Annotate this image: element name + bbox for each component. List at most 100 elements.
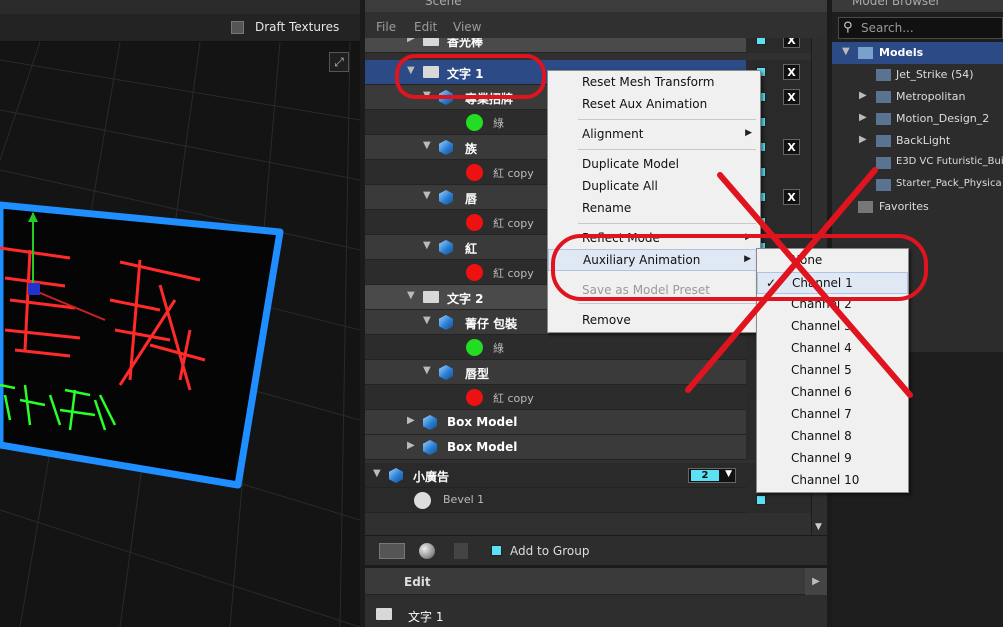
collapse-arrow-icon[interactable]: ▼ bbox=[407, 290, 415, 301]
submenu-arrow-icon: ▶ bbox=[745, 232, 752, 242]
collapse-arrow-icon[interactable]: ▼ bbox=[423, 190, 431, 201]
expand-arrow-icon[interactable]: ▶ bbox=[859, 90, 867, 101]
browser-item[interactable]: E3D VC Futuristic_Bui bbox=[832, 152, 1003, 174]
anim-channel-dropdown[interactable]: 2 ▼ bbox=[688, 468, 736, 483]
menu-item-label: Duplicate Model bbox=[582, 157, 680, 171]
neon-sign-model[interactable] bbox=[0, 201, 284, 489]
folder-icon bbox=[876, 91, 891, 103]
submenu-item-channel-2[interactable]: Channel 2 bbox=[757, 294, 908, 316]
viewport-canvas[interactable] bbox=[0, 0, 360, 627]
visibility-toggle[interactable] bbox=[756, 495, 766, 505]
browser-item[interactable]: ▶ Metropolitan bbox=[832, 86, 1003, 108]
menu-item-rename[interactable]: Rename bbox=[548, 198, 760, 220]
tree-row-label: Box Model bbox=[447, 415, 518, 429]
star-icon bbox=[858, 201, 873, 213]
add-folder-icon[interactable] bbox=[379, 543, 405, 559]
submenu-item-channel-4[interactable]: Channel 4 bbox=[757, 338, 908, 360]
submenu-item-channel-1[interactable]: ✓ Channel 1 bbox=[757, 272, 908, 294]
submenu-item-label: Channel 8 bbox=[791, 429, 852, 443]
visibility-toggle[interactable] bbox=[756, 38, 766, 45]
edit-panel-title: Edit bbox=[404, 575, 431, 589]
model-cube-icon bbox=[439, 365, 453, 380]
model-cube-icon bbox=[439, 315, 453, 330]
tree-row-group[interactable]: ▶ 香光棒 X bbox=[365, 38, 811, 53]
material-swatch-icon bbox=[466, 114, 483, 131]
submenu-item-label: Channel 2 bbox=[791, 297, 852, 311]
browser-item[interactable]: ▶ Motion_Design_2 bbox=[832, 108, 1003, 130]
bevel-icon bbox=[414, 492, 431, 509]
collapse-arrow-icon[interactable]: ▼ bbox=[423, 140, 431, 151]
menu-item-reset-mesh-transform[interactable]: Reset Mesh Transform bbox=[548, 72, 760, 94]
tree-row-model[interactable]: ▶ Box Model bbox=[365, 410, 811, 435]
checkmark-icon: ✓ bbox=[766, 276, 777, 290]
material-swatch-icon bbox=[466, 164, 483, 181]
submenu-item-channel-10[interactable]: Channel 10 bbox=[757, 470, 908, 492]
remove-x-button[interactable]: X bbox=[783, 189, 800, 205]
submenu-item-none[interactable]: None bbox=[757, 250, 908, 272]
menu-edit[interactable]: Edit bbox=[414, 20, 437, 34]
browser-item-models[interactable]: ▼ Models bbox=[832, 42, 1003, 64]
submenu-item-channel-7[interactable]: Channel 7 bbox=[757, 404, 908, 426]
viewport-panel[interactable]: Draft Textures ⤢ bbox=[0, 0, 360, 627]
browser-item[interactable]: ▶ BackLight bbox=[832, 130, 1003, 152]
search-input[interactable]: ⚲ Search... bbox=[838, 17, 1003, 39]
menu-view[interactable]: View bbox=[453, 20, 481, 34]
submenu-item-channel-6[interactable]: Channel 6 bbox=[757, 382, 908, 404]
expand-arrow-icon[interactable]: ▶ bbox=[407, 440, 415, 451]
collapse-arrow-icon[interactable]: ▼ bbox=[407, 65, 415, 76]
collapse-arrow-icon[interactable]: ▼ bbox=[423, 315, 431, 326]
auxiliary-animation-submenu: None ✓ Channel 1 Channel 2 Channel 3 Chan… bbox=[756, 248, 909, 493]
submenu-item-label: Channel 10 bbox=[791, 473, 860, 487]
remove-x-button[interactable]: X bbox=[783, 64, 800, 80]
remove-x-button[interactable]: X bbox=[783, 139, 800, 155]
scroll-down-icon[interactable]: ▼ bbox=[815, 522, 822, 532]
submenu-item-channel-3[interactable]: Channel 3 bbox=[757, 316, 908, 338]
add-light-icon[interactable] bbox=[454, 543, 468, 559]
menu-item-reflect-mode[interactable]: Reflect Mode ▶ bbox=[548, 228, 760, 250]
collapse-arrow-icon[interactable]: ▼ bbox=[373, 468, 381, 479]
remove-x-button[interactable]: X bbox=[783, 38, 800, 48]
tree-row-material[interactable]: 綠 bbox=[365, 335, 811, 360]
collapse-arrow-icon[interactable]: ▼ bbox=[423, 90, 431, 101]
expand-arrow-icon[interactable]: ▶ bbox=[859, 134, 867, 145]
context-menu: Reset Mesh Transform Reset Aux Animation… bbox=[547, 70, 761, 333]
menu-item-duplicate-model[interactable]: Duplicate Model bbox=[548, 154, 760, 176]
expand-arrow-icon[interactable]: ▶ bbox=[407, 415, 415, 426]
collapse-arrow-icon[interactable]: ▼ bbox=[423, 240, 431, 251]
menu-item-auxiliary-animation[interactable]: Auxiliary Animation ▶ bbox=[548, 249, 760, 271]
chevron-right-icon[interactable]: ▶ bbox=[805, 568, 827, 595]
menu-item-duplicate-all[interactable]: Duplicate All bbox=[548, 176, 760, 198]
tree-row-label: 綠 bbox=[493, 342, 504, 355]
remove-x-button[interactable]: X bbox=[783, 89, 800, 105]
expand-arrow-icon[interactable]: ▶ bbox=[859, 112, 867, 123]
submenu-item-channel-5[interactable]: Channel 5 bbox=[757, 360, 908, 382]
browser-item[interactable]: Starter_Pack_Physica bbox=[832, 174, 1003, 196]
submenu-item-label: Channel 9 bbox=[791, 451, 852, 465]
collapse-arrow-icon[interactable]: ▼ bbox=[423, 365, 431, 376]
tree-row-material[interactable]: 紅 copy bbox=[365, 385, 811, 410]
tree-row-model[interactable]: ▶ Box Model bbox=[365, 435, 811, 460]
menu-item-reset-aux-animation[interactable]: Reset Aux Animation bbox=[548, 94, 760, 116]
tree-row-material[interactable]: Bevel 1 bbox=[365, 488, 811, 513]
add-sphere-icon[interactable] bbox=[419, 543, 435, 559]
add-to-group-checkbox[interactable] bbox=[491, 545, 502, 556]
menu-file[interactable]: File bbox=[376, 20, 396, 34]
submenu-item-channel-8[interactable]: Channel 8 bbox=[757, 426, 908, 448]
material-swatch-icon bbox=[466, 339, 483, 356]
menu-item-save-as-model-preset: Save as Model Preset bbox=[548, 280, 760, 302]
browser-item-favorites[interactable]: Favorites bbox=[832, 196, 1003, 218]
submenu-item-label: Channel 6 bbox=[791, 385, 852, 399]
tree-row-model[interactable]: ▼ 唇型 bbox=[365, 360, 811, 385]
folder-icon bbox=[423, 66, 439, 78]
collapse-arrow-icon[interactable]: ▼ bbox=[842, 46, 850, 57]
model-cube-icon bbox=[439, 190, 453, 205]
browser-item[interactable]: Jet_Strike (54) bbox=[832, 64, 1003, 86]
menu-item-alignment[interactable]: Alignment ▶ bbox=[548, 124, 760, 146]
tree-row-label: 族 bbox=[465, 142, 478, 156]
expand-arrow-icon[interactable]: ▶ bbox=[407, 38, 415, 44]
submenu-item-channel-9[interactable]: Channel 9 bbox=[757, 448, 908, 470]
menu-item-label: Remove bbox=[582, 313, 631, 327]
scene-bottom-toolbar: Add to Group bbox=[365, 535, 827, 565]
menu-item-remove[interactable]: Remove bbox=[548, 310, 760, 332]
tree-row-model[interactable]: ▼ 小廣告 2 ▼ bbox=[365, 463, 811, 488]
